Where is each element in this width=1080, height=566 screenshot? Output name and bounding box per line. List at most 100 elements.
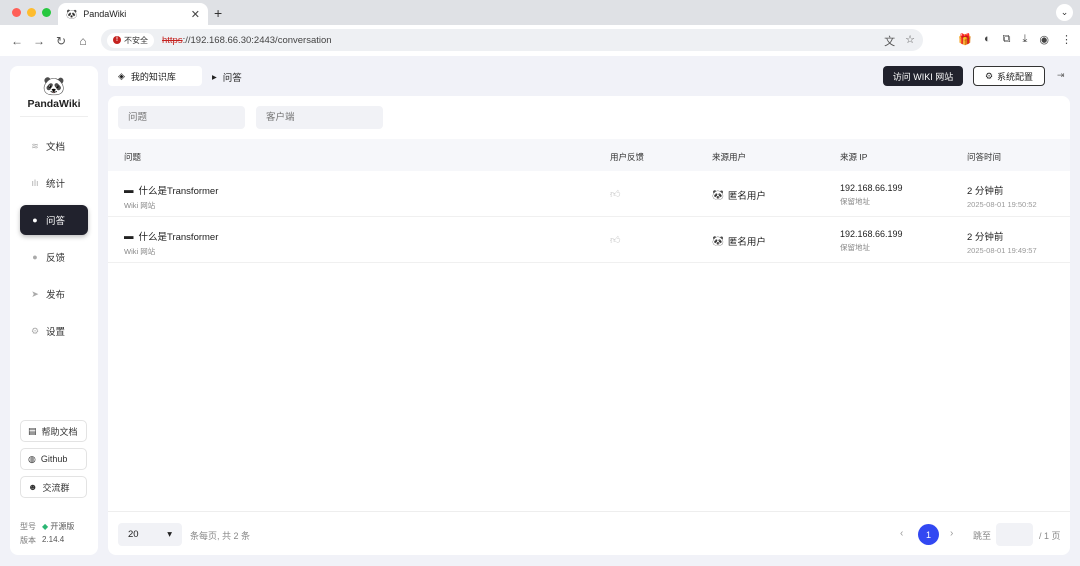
panda-favicon-icon: 🐼 (66, 8, 78, 19)
sidebar-nav: ≋ 文档 ılı 统计 ● 问答 ● 反馈 ➤ 发布 ⚙ 设置 (10, 131, 98, 346)
bookmark-star-icon[interactable]: ☆ (905, 33, 915, 49)
breadcrumb: ▸ 问答 (212, 70, 242, 85)
home-icon[interactable]: ⌂ (72, 34, 94, 48)
jump-page-input[interactable] (996, 523, 1033, 546)
send-icon: ➤ (31, 288, 39, 299)
brand-name: PandaWiki (27, 98, 81, 110)
forward-arrow-icon[interactable]: → (28, 34, 50, 48)
browser-menu-icon[interactable]: ⋮ (1061, 33, 1072, 46)
sidebar-item-feedback[interactable]: ● 反馈 (20, 242, 88, 272)
sidebar-item-label: 反馈 (46, 253, 66, 264)
question-cell: ▬ 什么是Transformer Wiki 网站 (124, 229, 218, 257)
knowledge-base-selector[interactable]: ◈ 我的知识库 (108, 66, 202, 86)
prev-page-icon[interactable]: ‹ (900, 528, 903, 539)
question-filter-input[interactable] (118, 106, 245, 129)
version-value: 2.14.4 (42, 535, 65, 544)
table-row[interactable]: ▬ 什么是Transformer Wiki 网站 👍︎ 🐼 匿名用户 192.168… (108, 217, 1070, 263)
browser-tab[interactable]: 🐼 PandaWiki ✕ (58, 3, 208, 25)
page-size-value: 20 (128, 529, 139, 540)
time-relative: 2 分钟前 (967, 186, 1004, 197)
column-source-user: 来源用户 (712, 152, 747, 162)
back-arrow-icon[interactable]: ← (6, 34, 28, 48)
model-info: 型号 ◆ 开源版 (20, 521, 74, 532)
document-icon: ▤ (28, 425, 37, 436)
panda-logo-icon: 🐼 (42, 76, 66, 96)
tab-search-chevron-icon[interactable]: ⌄ (1056, 4, 1073, 21)
user-cell: 🐼 匿名用户 (712, 188, 766, 203)
time-cell: 2 分钟前 2025-08-01 19:50:52 (967, 183, 1037, 209)
column-source-ip: 来源 IP (840, 152, 868, 162)
profile-avatar-icon[interactable]: ◉ (1039, 33, 1049, 46)
current-page-button[interactable]: 1 (918, 524, 939, 545)
close-window-button[interactable] (12, 8, 21, 17)
caret-down-icon: ▾ (167, 529, 172, 540)
pagination-bar: 20 ▾ 条每页, 共 2 条 ‹ 1 › 跳至 / 1 页 (108, 511, 1070, 555)
total-pages-text: / 1 页 (1039, 531, 1061, 541)
help-docs-button[interactable]: ▤ 帮助文档 (20, 420, 87, 442)
new-tab-button[interactable]: + (214, 5, 222, 21)
settings-icon: ⚙ (30, 325, 40, 336)
security-badge[interactable]: ! 不安全 (107, 32, 154, 48)
download-icon[interactable]: ⤓ (1023, 33, 1028, 46)
sidebar-item-qa[interactable]: ● 问答 (20, 205, 88, 235)
brand-logo[interactable]: 🐼 PandaWiki (10, 66, 98, 110)
monitor-icon: ▬ (124, 230, 134, 242)
visit-wiki-button[interactable]: 访问 WIKI 网站 (883, 66, 963, 86)
ip-note: 保留地址 (840, 243, 870, 252)
divider (20, 116, 88, 117)
community-label: 交流群 (42, 482, 70, 493)
thumbs-up-icon: 👍︎ (610, 189, 621, 200)
docs-icon: ≋ (31, 140, 39, 151)
github-button[interactable]: ◍ Github (20, 448, 87, 470)
tab-close-icon[interactable]: ✕ (191, 8, 200, 21)
client-filter-input[interactable] (256, 106, 383, 129)
diamond-icon: ◆ (42, 522, 49, 531)
model-value: 开源版 (50, 522, 75, 531)
page-size-select[interactable]: 20 ▾ (118, 523, 182, 546)
url-rest: ://192.168.66.30:2443/conversation (182, 34, 332, 46)
sidebar-item-stats[interactable]: ılı 统计 (20, 168, 88, 198)
feedback-icon: ● (32, 252, 38, 262)
translate-icon[interactable]: 文 (884, 33, 895, 49)
user-name: 匿名用户 (727, 237, 766, 248)
table-row[interactable]: ▬ 什么是Transformer Wiki 网站 👍︎ 🐼 匿名用户 192.168… (108, 171, 1070, 217)
system-config-button[interactable]: ⚙ 系统配置 (973, 66, 1045, 86)
minimize-window-button[interactable] (27, 8, 36, 17)
ip-address: 192.168.66.199 (840, 183, 903, 193)
sidebar-item-settings[interactable]: ⚙ 设置 (20, 316, 88, 346)
thumbs-up-icon: 👍︎ (610, 235, 621, 246)
kb-name: 我的知识库 (130, 71, 176, 82)
version-info: 版本 2.14.4 (20, 535, 64, 546)
gear-icon: ⚙ (984, 70, 994, 81)
app-root: 🐼 PandaWiki ≋ 文档 ılı 统计 ● 问答 ● 反馈 ➤ 发布 ⚙… (0, 56, 1080, 566)
column-question: 问题 (124, 152, 142, 162)
column-feedback: 用户反馈 (610, 152, 645, 162)
group-icon: ☻ (28, 482, 38, 492)
extensions-puzzle-icon[interactable]: ⧉ (1003, 33, 1011, 46)
chat-icon: ● (32, 215, 38, 225)
ip-cell: 192.168.66.199 保留地址 (840, 183, 903, 207)
time-relative: 2 分钟前 (967, 232, 1004, 243)
sidebar-item-publish[interactable]: ➤ 发布 (20, 279, 88, 309)
toolbar-extensions: 🎁 ◐ ⧉ ⤓ ◉ ⋮ (958, 33, 1072, 46)
sidebar-item-label: 文档 (46, 142, 66, 153)
logout-icon[interactable]: ⇥ (1057, 70, 1065, 81)
extension-circle-icon[interactable]: ◐ (984, 33, 991, 46)
community-button[interactable]: ☻ 交流群 (20, 476, 87, 498)
zoom-window-button[interactable] (42, 8, 51, 17)
extension-gift-icon[interactable]: 🎁 (958, 33, 972, 46)
github-icon: ◍ (28, 453, 36, 464)
sidebar-item-label: 发布 (46, 290, 66, 301)
next-page-icon[interactable]: › (950, 528, 953, 539)
ip-address: 192.168.66.199 (840, 229, 903, 239)
version-label: 版本 (20, 536, 36, 545)
question-text: 什么是Transformer (138, 232, 219, 243)
caret-right-icon: ▸ (212, 71, 217, 83)
address-bar[interactable]: ! 不安全 https://192.168.66.30:2443/convers… (101, 29, 923, 51)
column-time: 问答时间 (967, 152, 1002, 162)
github-label: Github (40, 454, 68, 464)
jump-label: 跳至 (973, 531, 992, 541)
window-controls (12, 8, 51, 17)
reload-icon[interactable]: ↻ (50, 34, 72, 48)
sidebar-item-docs[interactable]: ≋ 文档 (20, 131, 88, 161)
